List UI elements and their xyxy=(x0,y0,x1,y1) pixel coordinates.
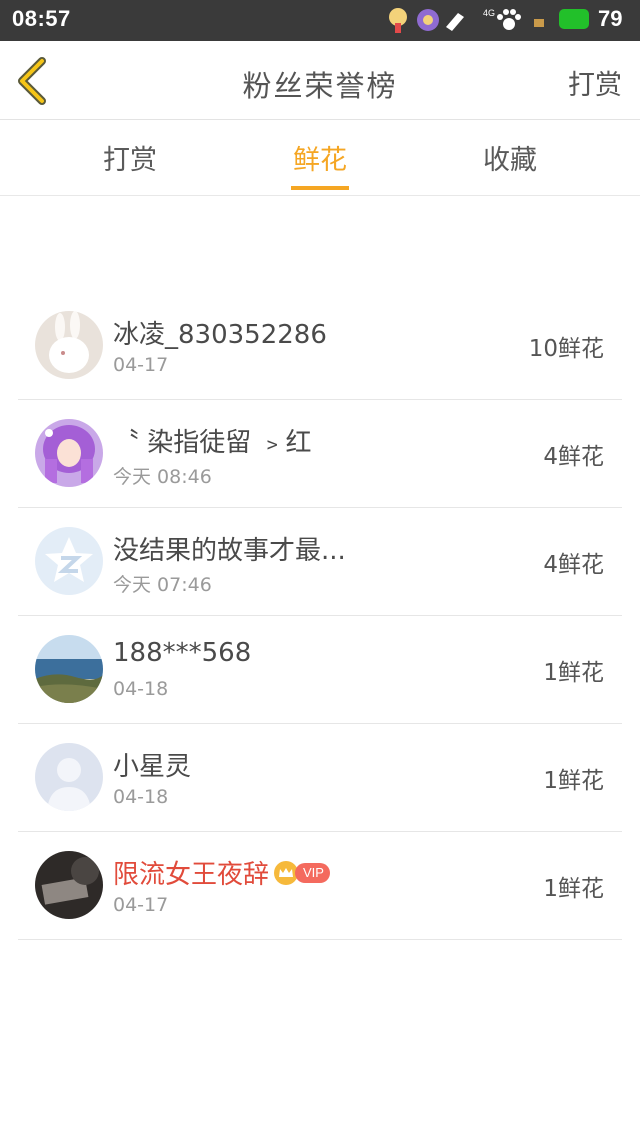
vip-badge: VIP xyxy=(295,862,330,883)
fan-date: 04-17 xyxy=(113,894,169,916)
tab-bar: 打赏 鲜花 收藏 xyxy=(0,120,640,196)
fan-date: 今天 07:46 xyxy=(113,574,212,596)
fan-name: 小星灵 xyxy=(113,752,192,782)
paw-icon xyxy=(497,9,521,30)
fan-date: 04-18 xyxy=(113,786,169,808)
list-item[interactable]: 冰凌_830352286 04-17 10鲜花 xyxy=(18,292,622,400)
status-time: 08:57 xyxy=(12,6,71,31)
flower-count: 1鲜花 xyxy=(543,768,604,794)
status-icons: 4G xyxy=(386,5,586,35)
list-item[interactable]: 限流女王夜辞 VIP 04-17 1鲜花 xyxy=(18,832,622,940)
notification-app-icon xyxy=(417,9,439,31)
fan-date: 今天 08:46 xyxy=(113,466,212,488)
flower-count: 4鲜花 xyxy=(543,552,604,578)
list-item[interactable]: 〝 染指徒留 ﹥红 今天 08:46 4鲜花 xyxy=(18,400,622,508)
qq-default-avatar-icon xyxy=(35,527,103,595)
dark-photo-avatar-icon xyxy=(35,851,103,919)
avatar[interactable] xyxy=(35,635,103,703)
fan-name: 〝 染指徒留 ﹥红 xyxy=(113,428,312,458)
battery-level: 79 xyxy=(598,6,623,31)
notification-app-icon xyxy=(389,8,407,33)
flower-count: 10鲜花 xyxy=(528,336,604,362)
seaside-avatar-icon xyxy=(35,635,103,703)
active-tab-indicator xyxy=(291,186,349,190)
tab-favorites[interactable]: 收藏 xyxy=(430,138,590,177)
avatar[interactable] xyxy=(35,743,103,811)
list-item[interactable]: 小星灵 04-18 1鲜花 xyxy=(18,724,622,832)
fan-name-row: 限流女王夜辞 VIP xyxy=(113,854,330,891)
list-item[interactable]: 没结果的故事才最... 今天 07:46 4鲜花 xyxy=(18,508,622,616)
reward-button[interactable]: 打赏 xyxy=(568,63,622,102)
fan-name: 没结果的故事才最... xyxy=(113,536,346,566)
tab-reward[interactable]: 打赏 xyxy=(50,138,210,177)
flower-count: 1鲜花 xyxy=(543,660,604,686)
rabbit-avatar-icon xyxy=(35,311,103,379)
anime-girl-avatar-icon xyxy=(35,419,103,487)
fan-date: 04-18 xyxy=(113,678,169,700)
avatar[interactable] xyxy=(35,527,103,595)
network-type-text: 4G xyxy=(483,8,495,18)
fan-name: 188***568 xyxy=(113,638,252,668)
default-person-avatar-icon xyxy=(35,743,103,811)
battery-icon xyxy=(559,9,589,29)
fan-date: 04-17 xyxy=(113,354,169,376)
list-item[interactable]: 188***568 04-18 1鲜花 xyxy=(18,616,622,724)
tab-flowers[interactable]: 鲜花 xyxy=(240,138,400,177)
avatar[interactable] xyxy=(35,419,103,487)
flower-count: 1鲜花 xyxy=(543,876,604,902)
page-title: 粉丝荣誉榜 xyxy=(242,69,398,103)
notification-app-icon xyxy=(534,19,544,27)
notification-app-icon xyxy=(446,13,464,31)
fan-name: 冰凌_830352286 xyxy=(113,320,327,350)
fan-name: 限流女王夜辞 xyxy=(113,860,270,890)
avatar[interactable] xyxy=(35,311,103,379)
avatar[interactable] xyxy=(35,851,103,919)
flower-count: 4鲜花 xyxy=(543,444,604,470)
status-bar: 08:57 4G 79 xyxy=(0,0,640,41)
nav-bar: 粉丝荣誉榜 打赏 xyxy=(0,41,640,120)
fan-ranking-list: 冰凌_830352286 04-17 10鲜花 〝 染指徒留 ﹥红 今天 08:… xyxy=(18,292,622,940)
